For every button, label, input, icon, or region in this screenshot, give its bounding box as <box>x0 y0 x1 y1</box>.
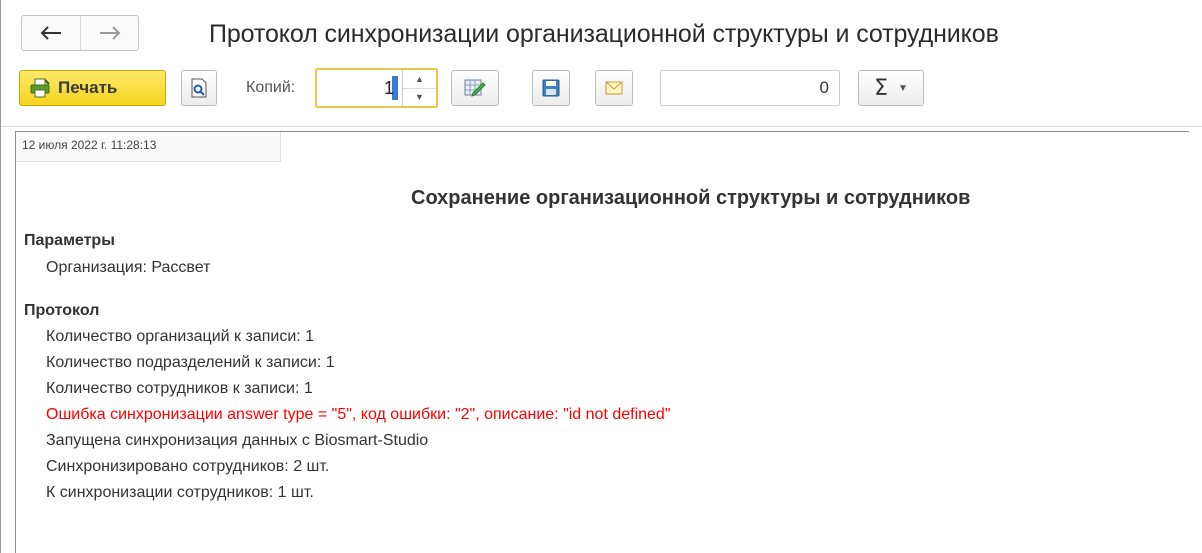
sum-value-field[interactable]: 0 <box>660 70 840 106</box>
sum-dropdown-button[interactable]: Σ ▼ <box>858 70 924 106</box>
sigma-icon: Σ <box>874 75 888 101</box>
stepper-down-icon[interactable]: ▼ <box>403 87 436 107</box>
params-heading: Параметры <box>24 232 115 249</box>
report-timestamp: 12 июля 2022 г. 11:28:13 <box>16 132 281 162</box>
protocol-heading: Протокол <box>24 302 100 319</box>
print-button[interactable]: Печать <box>19 70 166 106</box>
protocol-line: К синхронизации сотрудников: 1 шт. <box>46 484 314 501</box>
protocol-line: Запущена синхронизация данных с Biosmart… <box>46 432 429 449</box>
toolbar: Печать Копий: 1 ▲ ▼ 0 Σ ▼ <box>1 68 1202 122</box>
copies-stepper[interactable]: ▲ ▼ <box>402 70 436 106</box>
envelope-icon <box>605 81 623 95</box>
preview-icon <box>191 78 207 98</box>
stepper-up-icon[interactable]: ▲ <box>403 70 436 88</box>
print-button-label: Печать <box>58 78 118 97</box>
floppy-disk-icon <box>542 79 560 97</box>
sum-value: 0 <box>819 78 829 97</box>
protocol-line: Количество организаций к записи: 1 <box>46 328 315 345</box>
email-button[interactable] <box>595 70 633 106</box>
forward-button[interactable] <box>80 16 138 50</box>
report-window: Протокол синхронизации организационной с… <box>0 0 1202 553</box>
edit-button[interactable] <box>451 70 499 106</box>
navigation-group <box>21 15 139 51</box>
edit-icon <box>464 79 486 97</box>
copies-value: 1 <box>383 78 394 98</box>
protocol-line: Количество сотрудников к записи: 1 <box>46 380 313 397</box>
copies-input[interactable]: 1 ▲ ▼ <box>315 68 438 108</box>
arrow-right-icon <box>99 26 120 40</box>
arrow-left-icon <box>40 26 61 40</box>
printer-icon <box>30 78 50 98</box>
back-button[interactable] <box>22 16 80 50</box>
toolbar-divider <box>1 126 1202 127</box>
chevron-down-icon: ▼ <box>898 82 908 94</box>
save-button[interactable] <box>532 70 570 106</box>
protocol-line: Количество подразделений к записи: 1 <box>46 354 335 371</box>
preview-button[interactable] <box>181 70 217 106</box>
window-title: Протокол синхронизации организационной с… <box>209 20 999 48</box>
protocol-error-line: Ошибка синхронизации answer type = "5", … <box>46 406 671 423</box>
copies-label: Копий: <box>246 79 296 96</box>
report-title: Сохранение организационной структуры и с… <box>411 187 971 209</box>
protocol-line: Синхронизировано сотрудников: 2 шт. <box>46 458 330 475</box>
report-document[interactable]: 12 июля 2022 г. 11:28:13 Сохранение орга… <box>15 131 1189 553</box>
organization-line: Организация: Рассвет <box>46 259 211 276</box>
